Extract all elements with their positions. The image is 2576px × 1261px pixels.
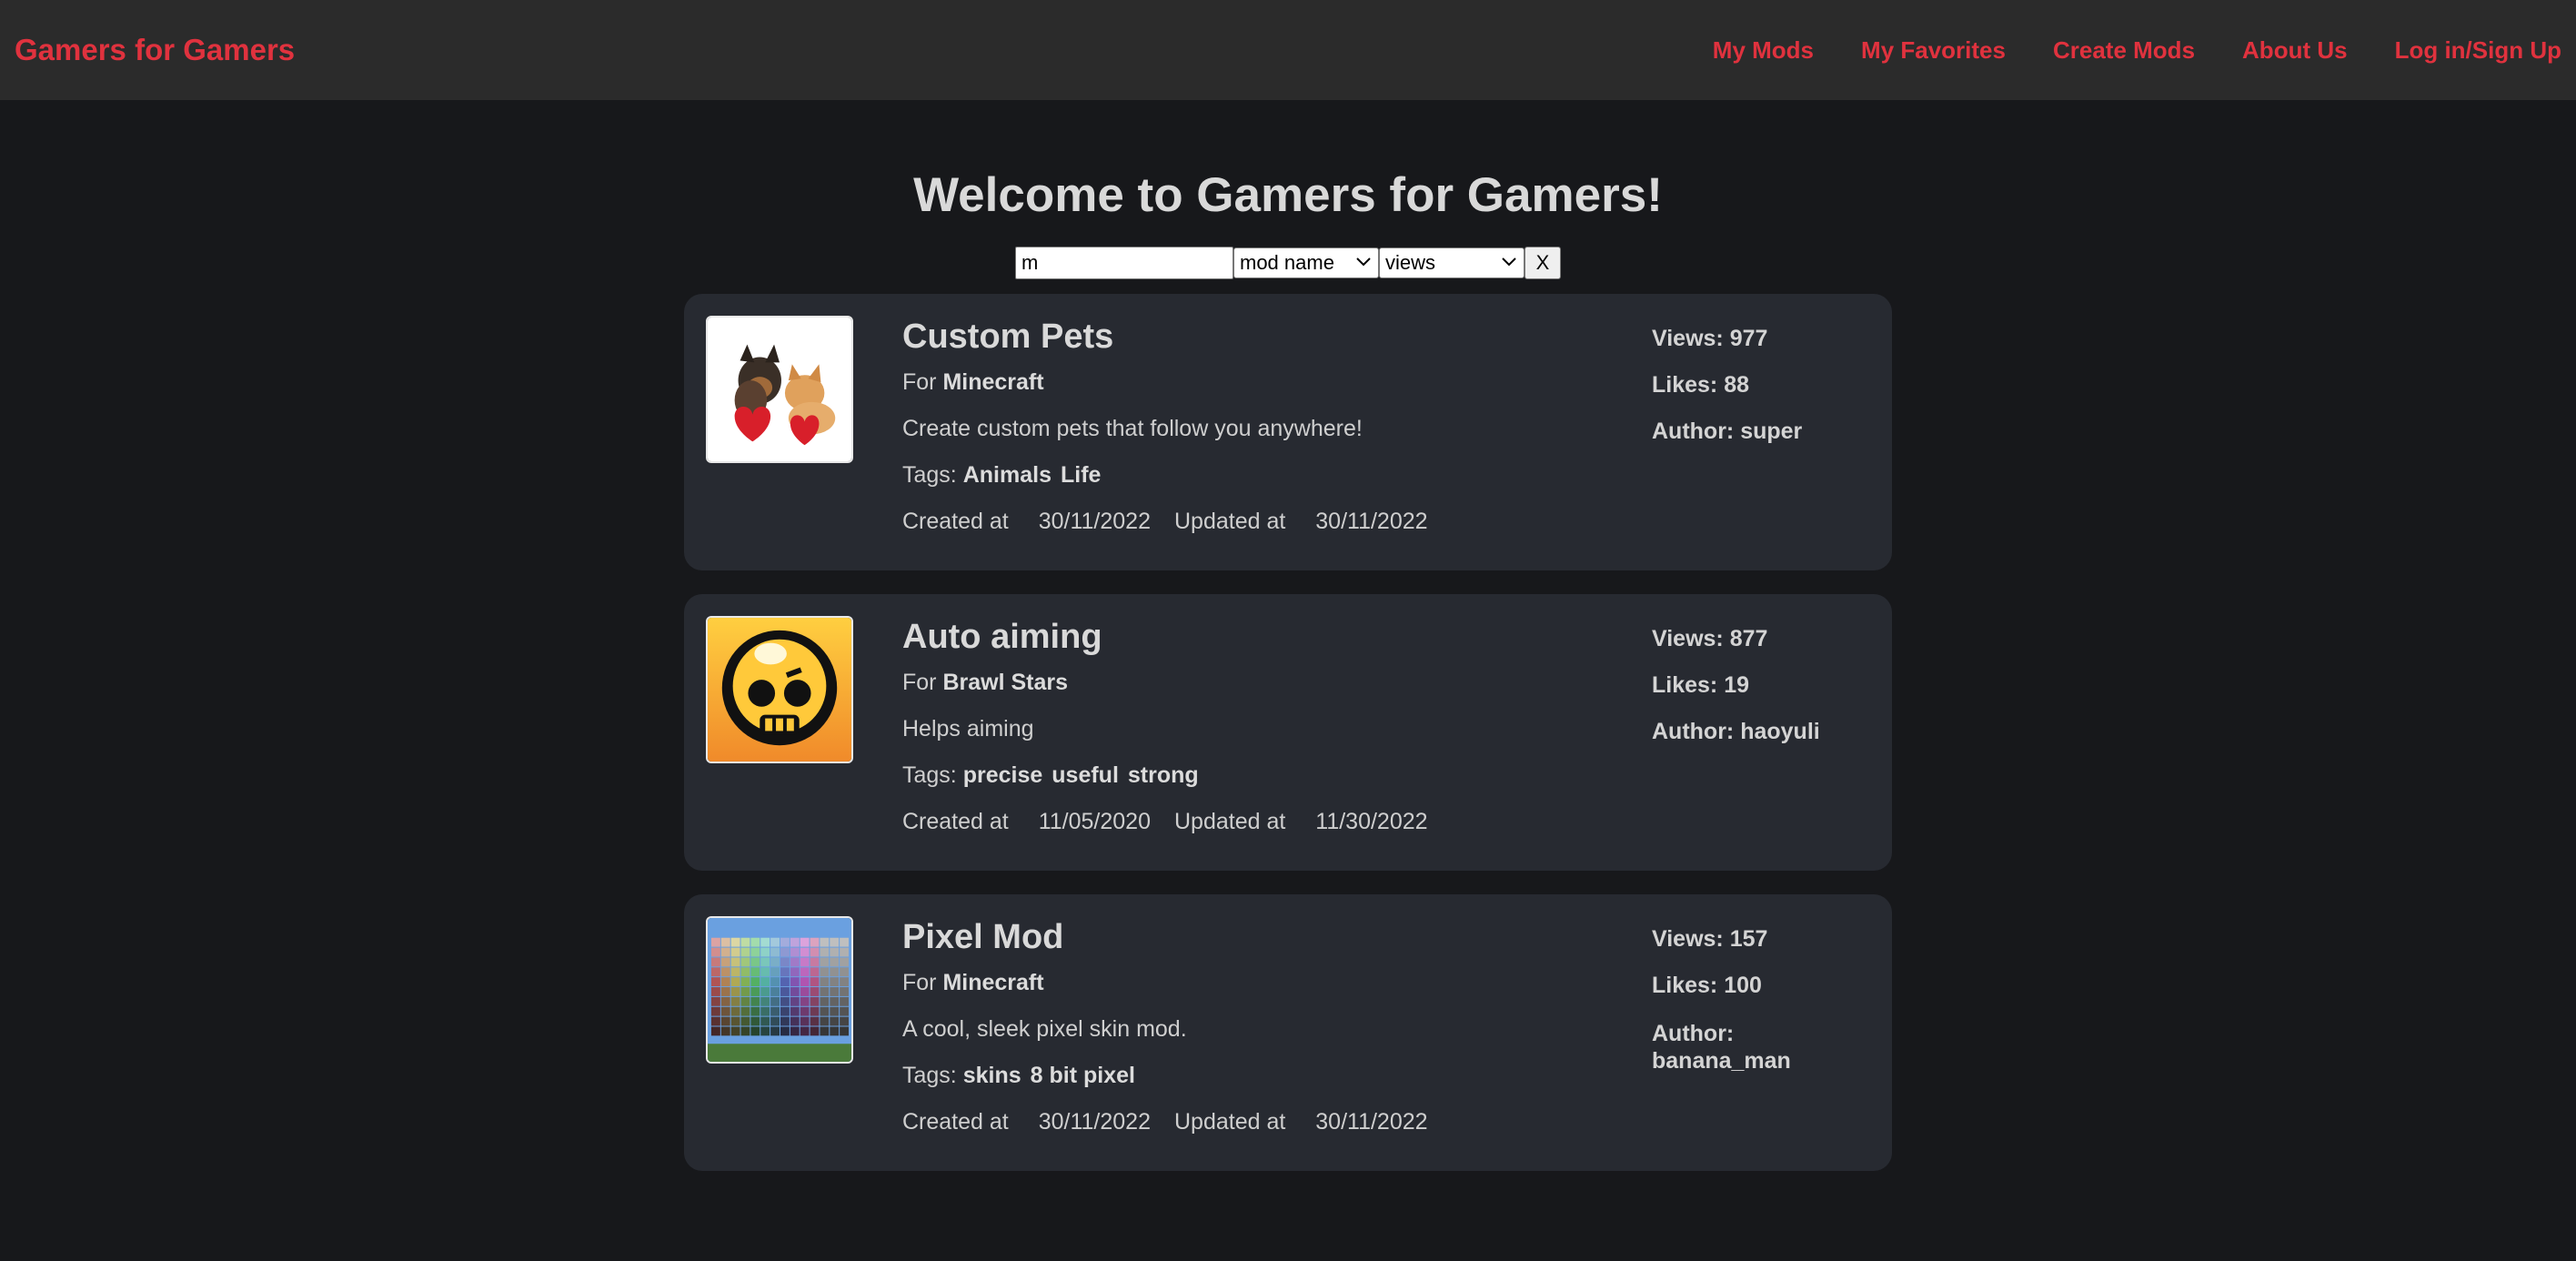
search-input[interactable] [1015,247,1233,279]
mod-thumbnail-brawl[interactable] [706,616,853,763]
mod-thumbnail-pixel[interactable] [706,916,853,1064]
mod-info: Custom Pets For Minecraft Create custom … [902,316,1428,545]
sort-select-value: views [1385,251,1436,274]
pixel-palette-icon [708,918,851,1062]
likes-count: Likes: 19 [1652,672,1750,698]
nav-login-signup[interactable]: Log in/Sign Up [2395,36,2561,65]
mod-name[interactable]: Auto aiming [902,616,1428,658]
mod-game: For Brawl Stars [902,670,1069,695]
mod-tags: Tags: Animals Life [902,462,1102,488]
top-navbar: Gamers for Gamers My Mods My Favorites C… [0,0,2576,100]
sort-select[interactable]: views [1379,247,1524,278]
mod-game: For Minecraft [902,369,1044,395]
chevron-down-icon [1354,253,1373,274]
mod-tags: Tags: skins 8 bit pixel [902,1063,1135,1088]
tag-chip[interactable]: skins [963,1063,1021,1088]
views-count: Views: 977 [1652,326,1768,351]
likes-count: Likes: 100 [1652,973,1762,998]
mod-name[interactable]: Custom Pets [902,316,1428,358]
nav-my-favorites[interactable]: My Favorites [1861,36,2006,65]
tag-chip[interactable]: 8 bit pixel [1031,1063,1135,1088]
mod-description: A cool, sleek pixel skin mod. [902,1016,1187,1042]
mod-tags: Tags: precise useful strong [902,762,1199,788]
author-name: Author: banana_man [1652,1021,1791,1074]
mod-list: Custom Pets For Minecraft Create custom … [684,294,1892,1171]
views-count: Views: 157 [1652,926,1768,952]
nav-links: My Mods My Favorites Create Mods About U… [1665,36,2561,65]
mod-info: Pixel Mod For Minecraft A cool, sleek pi… [902,916,1428,1145]
search-field-select-value: mod name [1240,251,1334,274]
mod-stats: Views: 977 Likes: 88 Author: super [1652,316,1852,455]
mod-description: Helps aiming [902,716,1034,741]
tag-chip[interactable]: precise [963,762,1043,788]
mod-stats: Views: 877 Likes: 19 Author: haoyuli [1652,616,1852,755]
nav-my-mods[interactable]: My Mods [1713,36,1814,65]
chevron-down-icon [1500,253,1518,274]
clear-search-button[interactable]: X [1524,247,1561,279]
brand-logo-link[interactable]: Gamers for Gamers [15,33,295,67]
tag-chip[interactable]: useful [1052,762,1119,788]
mod-info: Auto aiming For Brawl Stars Helps aiming… [902,616,1428,845]
mod-thumbnail-pets[interactable] [706,316,853,463]
views-count: Views: 877 [1652,626,1768,651]
tag-chip[interactable]: strong [1128,762,1199,788]
author-name: Author: super [1652,419,1803,444]
nav-about-us[interactable]: About Us [2242,36,2348,65]
mod-name[interactable]: Pixel Mod [902,916,1428,958]
mod-stats: Views: 157 Likes: 100 Author: banana_man [1652,916,1852,1074]
tag-chip[interactable]: Life [1061,462,1101,488]
mod-game: For Minecraft [902,970,1044,995]
page-title: Welcome to Gamers for Gamers! [913,168,1663,222]
pets-image-icon [708,318,851,461]
mod-dates: Created at 30/11/2022 Updated at 30/11/20… [902,509,1428,534]
mod-description: Create custom pets that follow you anywh… [902,416,1363,441]
tag-chip[interactable]: Animals [963,462,1052,488]
search-bar: mod name views X [0,247,2576,279]
mod-dates: Created at 30/11/2022 Updated at 30/11/20… [902,1109,1428,1135]
mod-dates: Created at 11/05/2020 Updated at 11/30/20… [902,809,1428,834]
skull-logo-icon [708,618,851,762]
mod-card[interactable]: Custom Pets For Minecraft Create custom … [684,294,1892,570]
likes-count: Likes: 88 [1652,372,1750,398]
nav-create-mods[interactable]: Create Mods [2053,36,2195,65]
mod-card[interactable]: Auto aiming For Brawl Stars Helps aiming… [684,594,1892,871]
mod-card[interactable]: Pixel Mod For Minecraft A cool, sleek pi… [684,894,1892,1171]
author-name: Author: haoyuli [1652,719,1820,744]
search-field-select[interactable]: mod name [1233,247,1379,278]
